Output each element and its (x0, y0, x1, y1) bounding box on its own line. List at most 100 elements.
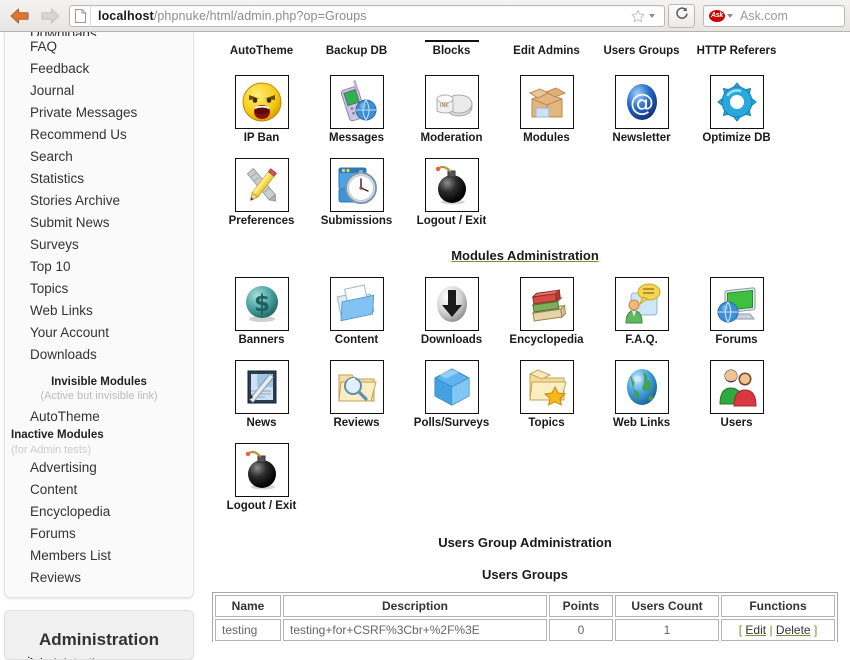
module-icon-polls-surveys[interactable]: Polls/Surveys (404, 360, 499, 430)
sidebar-item-web-links[interactable]: Web Links (5, 300, 193, 322)
search-input[interactable]: Ask.com (738, 9, 788, 23)
edit-link[interactable]: Edit (745, 623, 766, 637)
users-groups-table: Name Description Points Users Count Func… (212, 592, 838, 642)
sidebar-modules-block: Downloads FAQ Feedback Journal Private M… (4, 26, 194, 598)
admin-icon-blocks[interactable]: Blocks (404, 32, 499, 58)
mobile-phone-globe-icon (329, 75, 384, 129)
sidebar-item-topics[interactable]: Topics (5, 278, 193, 300)
icon-label: F.A.Q. (625, 334, 658, 346)
search-box[interactable]: Ask Ask.com (703, 4, 845, 27)
admin-icon-newsletter[interactable]: @ Newsletter (594, 75, 689, 145)
module-icon-content[interactable]: Content (309, 277, 404, 347)
sidebar-item-content[interactable]: Content (5, 479, 193, 501)
module-icon-users[interactable]: Users (689, 360, 784, 430)
page-document-icon (70, 4, 91, 27)
sidebar-item-members-list[interactable]: Members List (5, 545, 193, 567)
icon-label: Banners (238, 334, 285, 346)
inactive-modules-subtitle: (for Admin tests) (11, 444, 92, 456)
sidebar-item-faq[interactable]: FAQ (5, 36, 193, 58)
sidebar-item-stories-archive[interactable]: Stories Archive (5, 190, 193, 212)
sidebar-item-autotheme[interactable]: AutoTheme (5, 406, 193, 428)
admin-icon-messages[interactable]: Messages (309, 75, 404, 145)
admin-icon-submissions[interactable]: Submissions (309, 158, 404, 228)
admin-icon-moderation[interactable]: INK Moderation (404, 75, 499, 145)
reload-icon (675, 6, 689, 25)
icon-label: Downloads (420, 334, 483, 346)
module-icon-forums[interactable]: Forums (689, 277, 784, 347)
svg-text:@: @ (630, 89, 654, 117)
bookmark-dropdown-caret-icon[interactable] (649, 13, 655, 18)
admin-icon-modules[interactable]: Modules (499, 75, 594, 145)
page-content: Downloads FAQ Feedback Journal Private M… (0, 26, 850, 660)
module-icon-encyclopedia[interactable]: Encyclopedia (499, 277, 594, 347)
admin-icon-backup-db[interactable]: Backup DB (309, 32, 404, 58)
icon-label: Edit Admins (513, 45, 580, 57)
column-header-points: Points (549, 595, 613, 617)
admin-icon-users-groups[interactable]: Users Groups (594, 32, 689, 58)
module-icon-reviews[interactable]: Reviews (309, 360, 404, 430)
icon-label: Backup DB (325, 45, 388, 57)
sidebar-item-forums[interactable]: Forums (5, 523, 193, 545)
sidebar-item-journal[interactable]: Journal (5, 80, 193, 102)
icon-bottom-edge (424, 40, 479, 42)
sidebar-item-surveys[interactable]: Surveys (5, 234, 193, 256)
admin-icon-edit-admins[interactable]: Edit Admins (499, 32, 594, 58)
sidebar-item-submit-news[interactable]: Submit News (5, 212, 193, 234)
column-header-functions: Functions (721, 595, 835, 617)
admin-icon-autotheme[interactable]: AutoTheme (214, 32, 309, 58)
modules-icons-row-2: News Reviews Polls/Surveys Topics Web Li… (200, 360, 850, 430)
icon-label: Reviews (333, 417, 380, 429)
icon-label: Messages (329, 132, 384, 144)
column-header-name: Name (215, 595, 281, 617)
icon-label: Preferences (228, 215, 295, 227)
icon-label: Users (720, 417, 753, 429)
admin-icons-row-clipped: AutoTheme Backup DB Blocks Edit Admins U… (200, 32, 850, 58)
back-button[interactable] (5, 3, 35, 29)
bookmark-star-icon[interactable] (629, 7, 647, 25)
svg-text:$: $ (253, 291, 269, 317)
sidebar-item-reviews[interactable]: Reviews (5, 567, 193, 589)
sidebar-item-statistics[interactable]: Statistics (5, 168, 193, 190)
address-bar[interactable]: localhost/phpnuke/html/admin.php?op=Grou… (69, 4, 665, 27)
sidebar-item-downloads[interactable]: Downloads (5, 344, 193, 366)
module-icon-topics[interactable]: Topics (499, 360, 594, 430)
table-row: testing testing+for+CSRF%3Cbr+%2F%3E 0 1… (215, 619, 835, 641)
monitor-globe-icon (709, 277, 764, 331)
stopwatch-icon (329, 158, 384, 212)
sidebar-item-top-10[interactable]: Top 10 (5, 256, 193, 278)
icon-label: Content (334, 334, 379, 346)
admin-icon-http-referers[interactable]: HTTP Referers (689, 32, 784, 58)
module-icon-banners[interactable]: $ Banners (214, 277, 309, 347)
search-engine-caret-icon[interactable] (727, 13, 733, 18)
module-icon-news[interactable]: News (214, 360, 309, 430)
forward-arrow-icon (39, 7, 61, 25)
functions-close-bracket: ] (813, 623, 818, 637)
module-icon-downloads[interactable]: Downloads (404, 277, 499, 347)
module-icon-logout-exit[interactable]: Logout / Exit (214, 443, 309, 513)
modules-icons-row-3: Logout / Exit (200, 443, 850, 513)
sidebar-item-feedback[interactable]: Feedback (5, 58, 193, 80)
forward-button (35, 3, 65, 29)
sidebar-item-advertising[interactable]: Advertising (5, 457, 193, 479)
admin-icon-ip-ban[interactable]: IP Ban (214, 75, 309, 145)
modules-administration-link[interactable]: Modules Administration (200, 228, 850, 277)
sidebar-item-search[interactable]: Search (5, 146, 193, 168)
admin-icon-preferences[interactable]: Preferences (214, 158, 309, 228)
icon-label: AutoTheme (229, 45, 294, 57)
ask-logo-icon: Ask (709, 9, 725, 22)
sidebar-item-private-messages[interactable]: Private Messages (5, 102, 193, 124)
delete-link[interactable]: Delete (776, 623, 811, 637)
module-icon-faq[interactable]: F.A.Q. (594, 277, 689, 347)
sidebar-item-your-account[interactable]: Your Account (5, 322, 193, 344)
users-group-administration-title: Users Group Administration (438, 535, 612, 550)
admin-icon-optimize-db[interactable]: Optimize DB (689, 75, 784, 145)
module-icon-web-links[interactable]: Web Links (594, 360, 689, 430)
sidebar-item-encyclopedia[interactable]: Encyclopedia (5, 501, 193, 523)
admin-icon-logout-exit-top[interactable]: Logout / Exit (404, 158, 499, 228)
sidebar-item-recommend-us[interactable]: Recommend Us (5, 124, 193, 146)
dollar-coin-icon: $ (234, 277, 289, 331)
admin-icons-row-2: Preferences Submissions Logout / Exit (200, 158, 850, 228)
angry-face-icon (234, 75, 289, 129)
sidebar-administration-block: Administration . Administration (4, 610, 194, 660)
reload-button[interactable] (668, 3, 695, 28)
